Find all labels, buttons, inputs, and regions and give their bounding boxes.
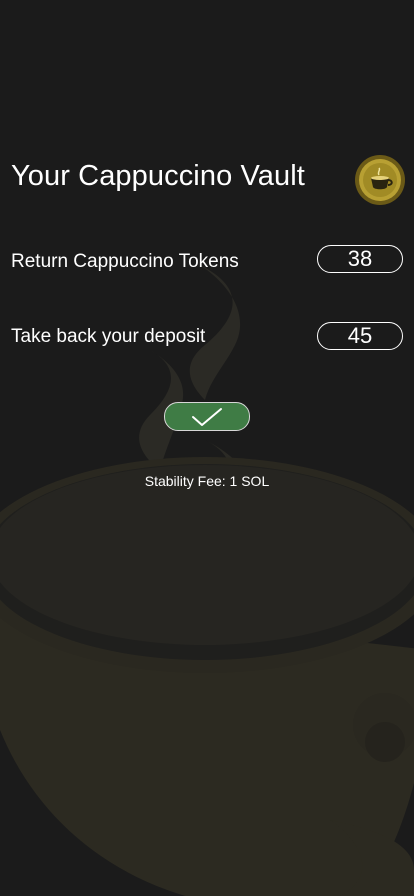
return-tokens-label: Return Cappuccino Tokens xyxy=(11,251,239,272)
page-title: Your Cappuccino Vault xyxy=(11,160,305,192)
deposit-return-label: Take back your deposit xyxy=(11,326,206,347)
stability-fee-text: Stability Fee: 1 SOL xyxy=(144,473,270,489)
return-tokens-amount-field[interactable]: 38 xyxy=(317,245,403,273)
vault-screen: Your Cappuccino Vault Return Cappuccino … xyxy=(0,0,414,896)
deposit-return-amount-field[interactable]: 45 xyxy=(317,322,403,350)
vault-content: Your Cappuccino Vault Return Cappuccino … xyxy=(0,0,414,896)
confirm-button[interactable] xyxy=(164,402,250,431)
cappuccino-coin-icon xyxy=(355,155,405,205)
checkmark-icon xyxy=(192,407,222,426)
